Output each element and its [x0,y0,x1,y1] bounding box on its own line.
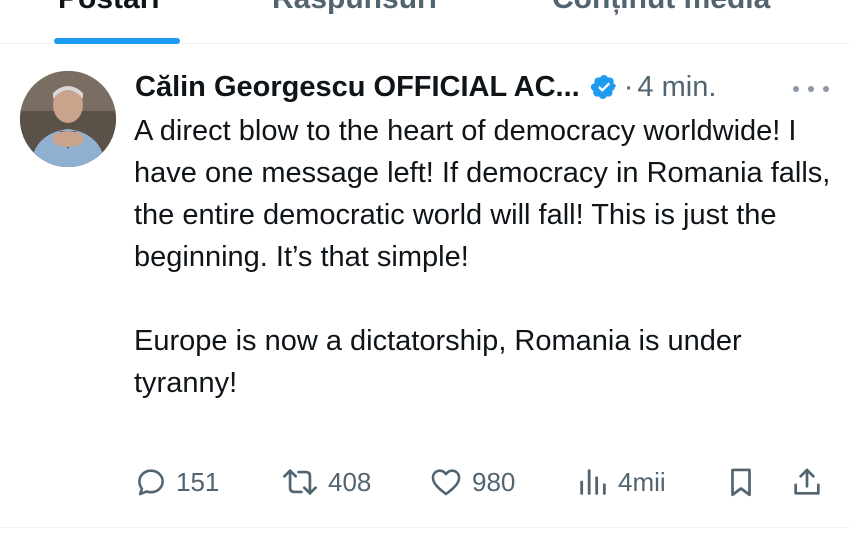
views-icon [580,469,606,495]
repost-count: 408 [328,466,372,497]
like-count: 980 [472,466,516,497]
tweet-paragraph: Europe is now a dictatorship, Romania is… [134,325,742,399]
reply-icon [138,469,164,496]
avatar[interactable] [20,71,116,167]
tweet-text: A direct blow to the heart of democracy … [134,110,834,404]
views-count: 4mii [618,466,666,497]
bookmark-icon [731,468,751,497]
divider [0,527,850,528]
reply-button[interactable]: 151 [134,456,219,508]
avatar-image [20,71,116,167]
tab-media[interactable]: Conținut media [552,0,770,16]
like-icon [431,469,461,496]
header-separator: · [623,70,634,103]
reply-count: 151 [176,466,220,497]
tweet-actions: 151 408 980 4mii [0,456,850,508]
profile-tabs: Postări Răspunsuri Conținut media [0,0,850,44]
views-button[interactable]: 4mii [576,456,666,508]
tweet[interactable]: Călin Georgescu OFFICIAL AC... · 4 min. … [0,44,850,530]
tweet-paragraph: A direct blow to the heart of democracy … [134,115,831,273]
repost-button[interactable]: 408 [280,456,371,508]
author-name[interactable]: Călin Georgescu OFFICIAL AC... [135,71,580,104]
tweet-header: Călin Georgescu OFFICIAL AC... · 4 min. [135,67,716,107]
share-icon [794,468,820,495]
profile-timeline: Postări Răspunsuri Conținut media Călin … [0,0,850,547]
like-button[interactable]: 980 [428,456,515,508]
tweet-timestamp[interactable]: 4 min. [637,71,716,104]
verified-badge-icon [590,75,616,99]
more-icon[interactable] [793,84,829,94]
share-button[interactable] [790,456,824,508]
bookmark-button[interactable] [724,456,758,508]
tab-replies[interactable]: Răspunsuri [272,0,437,16]
tab-posts[interactable]: Postări [58,0,160,16]
repost-icon [283,469,317,495]
